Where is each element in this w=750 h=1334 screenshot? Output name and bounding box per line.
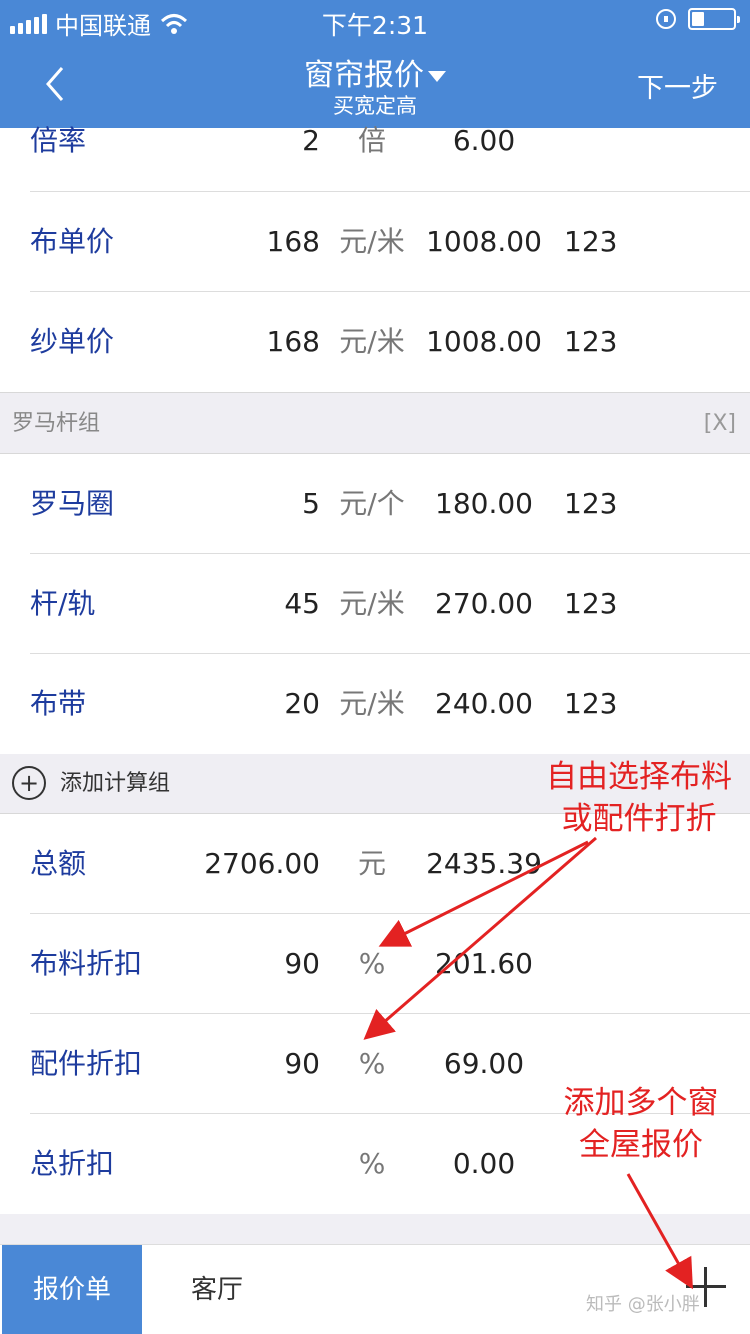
row-roman-ring[interactable]: 罗马圈 5 元/个 180.00 123 xyxy=(0,454,750,554)
row-fabric-price[interactable]: 布单价 168 元/米 1008.00 123 xyxy=(0,192,750,292)
tab-living-room[interactable]: 客厅 xyxy=(142,1245,292,1334)
bottom-tab-bar: 报价单 客厅 xyxy=(0,1244,750,1334)
row-label: 总折扣 xyxy=(30,1147,115,1180)
row-extra: 123 xyxy=(564,225,618,258)
row-amount: 180.00 xyxy=(435,487,533,520)
row-value[interactable]: 90 xyxy=(284,1014,320,1114)
row-label: 倍率 xyxy=(30,124,87,157)
row-unit: % xyxy=(358,1047,386,1080)
group-header: 罗马杆组 [X] xyxy=(0,392,750,454)
rotation-lock-icon xyxy=(656,9,676,29)
row-label: 布带 xyxy=(30,687,87,720)
row-amount: 69.00 xyxy=(443,1047,525,1080)
row-label: 布单价 xyxy=(30,225,115,258)
row-unit: 元/米 xyxy=(339,687,405,720)
row-unit: 元/米 xyxy=(339,225,405,258)
battery-icon xyxy=(688,8,740,30)
row-rod-track[interactable]: 杆/轨 45 元/米 270.00 123 xyxy=(0,554,750,654)
row-label: 总额 xyxy=(30,847,87,880)
status-bar: 中国联通 下午2:31 xyxy=(0,0,750,40)
watermark: 知乎 @张小胖 xyxy=(586,1294,700,1315)
row-value[interactable]: 45 xyxy=(284,554,320,654)
row-amount: 0.00 xyxy=(452,1147,516,1180)
quote-content: 倍率 2 倍 6.00 布单价 168 元/米 1008.00 123 纱单价 … xyxy=(0,124,750,1214)
annotation-line: 全屋报价 xyxy=(579,1127,703,1163)
plus-circle-icon: + xyxy=(12,766,46,800)
row-value[interactable]: 90 xyxy=(284,914,320,1014)
row-extra: 123 xyxy=(564,487,618,520)
row-amount: 1008.00 xyxy=(426,225,542,258)
row-sheer-price[interactable]: 纱单价 168 元/米 1008.00 123 xyxy=(0,292,750,392)
row-amount: 270.00 xyxy=(435,587,533,620)
row-extra: 123 xyxy=(564,687,618,720)
row-amount: 201.60 xyxy=(435,947,533,980)
tab-quote[interactable]: 报价单 xyxy=(2,1245,142,1334)
row-fabric-tape[interactable]: 布带 20 元/米 240.00 123 xyxy=(0,654,750,754)
page-title-text: 窗帘报价 xyxy=(304,58,424,93)
row-amount: 1008.00 xyxy=(426,325,542,358)
row-multiplier[interactable]: 倍率 2 倍 6.00 xyxy=(0,124,750,192)
add-group-label: 添加计算组 xyxy=(60,771,171,796)
annotation-line: 自由选择布料 xyxy=(546,759,732,795)
status-right xyxy=(656,8,740,30)
row-label: 配件折扣 xyxy=(30,1047,143,1080)
row-amount: 2435.39 xyxy=(426,847,542,880)
row-label: 纱单价 xyxy=(30,325,115,358)
row-extra: 123 xyxy=(564,325,618,358)
rod-group-section: 罗马圈 5 元/个 180.00 123 杆/轨 45 元/米 270.00 1… xyxy=(0,454,750,754)
annotation-line: 或配件打折 xyxy=(561,801,717,837)
row-unit: % xyxy=(358,1147,386,1180)
row-value[interactable]: 20 xyxy=(284,654,320,754)
row-label: 杆/轨 xyxy=(30,587,96,620)
row-value[interactable]: 2 xyxy=(302,127,320,155)
row-extra: 123 xyxy=(564,587,618,620)
row-unit: 元/个 xyxy=(339,487,405,520)
annotation-discount: 自由选择布料 或配件打折 xyxy=(530,756,748,840)
row-unit: 元 xyxy=(357,847,386,880)
fabric-section: 倍率 2 倍 6.00 布单价 168 元/米 1008.00 123 纱单价 … xyxy=(0,124,750,392)
row-unit: 倍 xyxy=(357,124,386,157)
row-value[interactable]: 5 xyxy=(302,454,320,554)
next-step-button[interactable]: 下一步 xyxy=(637,66,718,105)
row-unit: % xyxy=(358,947,386,980)
remove-group-button[interactable]: [X] xyxy=(704,393,736,455)
row-value[interactable]: 168 xyxy=(267,192,320,292)
row-unit: 元/米 xyxy=(339,325,405,358)
annotation-add-window: 添加多个窗 全屋报价 xyxy=(546,1082,736,1166)
group-title: 罗马杆组 xyxy=(12,411,101,436)
row-amount: 6.00 xyxy=(452,124,516,157)
row-label: 罗马圈 xyxy=(30,487,115,520)
row-value: 2706.00 xyxy=(204,847,320,880)
caret-down-icon xyxy=(428,71,446,82)
row-amount: 240.00 xyxy=(435,687,533,720)
row-fabric-discount[interactable]: 布料折扣 90 % 201.60 xyxy=(0,914,750,1014)
row-label: 布料折扣 xyxy=(30,947,143,980)
row-value[interactable]: 168 xyxy=(267,292,320,392)
annotation-line: 添加多个窗 xyxy=(563,1085,719,1121)
status-time: 下午2:31 xyxy=(321,11,429,40)
row-unit: 元/米 xyxy=(339,587,405,620)
top-bar: 中国联通 下午2:31 窗帘报价 买宽定高 下一步 xyxy=(0,0,750,128)
